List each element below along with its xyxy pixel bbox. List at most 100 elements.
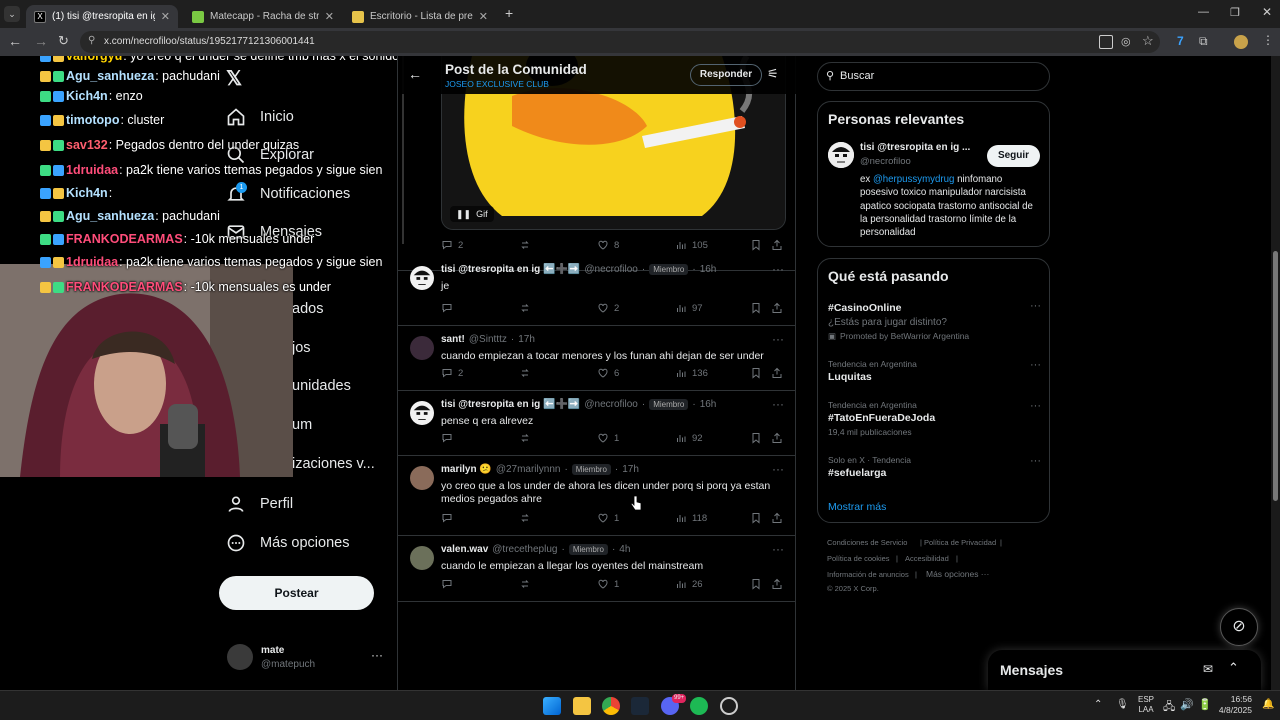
bookmark-action[interactable]: [750, 432, 762, 444]
messages-drawer[interactable]: Mensajes ✉ ⌃: [988, 650, 1261, 690]
reply-post[interactable]: tisi @tresropita en ig ⬅️➕➡️ @necrofiloo ·…: [398, 256, 796, 326]
obs-icon[interactable]: [720, 697, 738, 715]
windows-start-icon[interactable]: [543, 697, 561, 715]
language-indicator[interactable]: ESP LAA: [1138, 695, 1154, 715]
eye-off-icon[interactable]: ◎: [1121, 35, 1135, 49]
views-action[interactable]: 136: [675, 367, 708, 379]
views-action[interactable]: 97: [675, 302, 703, 314]
avatar[interactable]: [410, 401, 434, 425]
post-time[interactable]: 16h: [700, 264, 717, 275]
footer-link[interactable]: Información de anuncios: [827, 570, 909, 579]
share-action[interactable]: [771, 578, 783, 590]
more-icon[interactable]: ···: [772, 397, 784, 411]
grok-icon[interactable]: ⊘: [1220, 608, 1258, 646]
author-handle[interactable]: @necrofiloo: [584, 399, 638, 410]
trend-item[interactable]: Tendencia en Argentina Luquitas ···: [828, 359, 1043, 383]
follow-button[interactable]: Seguir: [987, 145, 1040, 167]
views-action[interactable]: 118: [675, 512, 707, 524]
back-arrow-icon[interactable]: ←: [8, 33, 22, 49]
relevant-name[interactable]: tisi @tresropita en ig ...: [860, 142, 980, 153]
avatar[interactable]: [828, 142, 854, 168]
more-icon[interactable]: ···: [1030, 359, 1041, 371]
reposts-action[interactable]: [519, 432, 536, 444]
replies-action[interactable]: [441, 432, 458, 444]
notifications-icon[interactable]: 🔔: [1262, 699, 1274, 710]
views-action[interactable]: 92: [675, 432, 703, 444]
reply-post[interactable]: valen.wav @trecetheplug · Miembro · 4h ··· cuan…: [398, 536, 796, 602]
footer-link[interactable]: Política de cookies: [827, 554, 890, 563]
file-explorer-icon[interactable]: [573, 697, 591, 715]
page-scrollbar[interactable]: [1271, 56, 1280, 690]
clock[interactable]: 16:56 4/8/2025: [1216, 694, 1252, 716]
likes-action[interactable]: 1: [597, 578, 619, 590]
likes-action[interactable]: 2: [597, 302, 619, 314]
more-icon[interactable]: ···: [772, 542, 784, 556]
trend-item[interactable]: Solo en X · Tendencia #sefuelarga ···: [828, 455, 1043, 479]
more-icon[interactable]: ···: [1030, 300, 1041, 312]
likes-action[interactable]: 1: [597, 432, 619, 444]
more-icon[interactable]: ···: [1030, 400, 1041, 412]
community-name[interactable]: JOSEO EXCLUSIVE CLUB: [445, 79, 549, 89]
tab-escritorio[interactable]: Escritorio - Lista de presentes ✕: [344, 5, 496, 28]
tray-chevron-icon[interactable]: ⌃: [1094, 699, 1102, 710]
url-bar[interactable]: ⚲ x.com/necrofiloo/status/19521771213060…: [80, 31, 1160, 53]
avatar[interactable]: [227, 644, 253, 670]
replies-action[interactable]: [441, 302, 458, 314]
share-action[interactable]: [771, 302, 783, 314]
author-handle[interactable]: @necrofiloo: [584, 264, 638, 275]
install-app-icon[interactable]: [1099, 35, 1113, 49]
bio-mention-link[interactable]: @herpussymydrug: [873, 174, 954, 185]
extensions-icon[interactable]: ⧉: [1199, 34, 1213, 48]
close-icon[interactable]: ✕: [325, 10, 334, 23]
share-action[interactable]: [771, 239, 783, 251]
reposts-action[interactable]: [519, 239, 536, 251]
back-arrow-icon[interactable]: ←: [408, 66, 422, 82]
author-name[interactable]: marilyn 😕: [441, 464, 492, 475]
restore-icon[interactable]: ❐: [1230, 6, 1240, 19]
post-button[interactable]: Postear: [219, 576, 374, 610]
reposts-action[interactable]: [519, 578, 536, 590]
author-handle[interactable]: @27marilynnn: [496, 464, 561, 475]
likes-action[interactable]: 6: [597, 367, 619, 379]
window-close-icon[interactable]: ✕: [1262, 5, 1272, 19]
replies-action[interactable]: [441, 512, 458, 524]
reply-post[interactable]: tisi @tresropita en ig ⬅️➕➡️ @necrofiloo ·…: [398, 391, 796, 456]
reposts-action[interactable]: [519, 302, 536, 314]
settings-sliders-icon[interactable]: ⚟: [767, 66, 779, 82]
expand-icon[interactable]: ⌃: [1228, 660, 1239, 676]
reload-icon[interactable]: ↻: [58, 33, 69, 49]
more-icon[interactable]: ···: [772, 462, 784, 476]
avatar[interactable]: [410, 266, 434, 290]
profile-avatar[interactable]: [1234, 35, 1248, 49]
new-message-icon[interactable]: ✉: [1203, 662, 1213, 676]
author-handle[interactable]: @Sintttz: [469, 334, 507, 345]
post-time[interactable]: 4h: [619, 544, 630, 555]
replies-action[interactable]: 2: [441, 367, 463, 379]
bookmark-action[interactable]: [750, 578, 762, 590]
sidebar-item-perfil[interactable]: Perfil: [226, 494, 293, 514]
sidebar-item-organizaciones[interactable]: izaciones v...: [292, 456, 375, 472]
likes-action[interactable]: 8: [597, 239, 619, 251]
volume-icon[interactable]: 🔊: [1180, 698, 1194, 711]
gif-badge[interactable]: ❚❚ Gif: [450, 206, 494, 222]
sidebar-item-comunidades[interactable]: unidades: [292, 378, 351, 394]
chrome-icon[interactable]: [602, 697, 620, 715]
reply-button[interactable]: Responder: [690, 64, 762, 86]
author-name[interactable]: sant!: [441, 334, 465, 345]
tab-x-post[interactable]: X (1) tisi @tresropita en ig ▬▬▬ ✕: [26, 5, 178, 28]
views-action[interactable]: 26: [675, 578, 703, 590]
post-time[interactable]: 17h: [518, 334, 535, 345]
scrollbar-thumb[interactable]: [1273, 251, 1278, 501]
author-name[interactable]: valen.wav: [441, 544, 488, 555]
views-action[interactable]: 105: [675, 239, 708, 251]
sidebar-item-trabajos[interactable]: jos: [292, 340, 311, 356]
bookmark-action[interactable]: [750, 302, 762, 314]
network-icon[interactable]: 🖧: [1163, 698, 1175, 717]
footer-link[interactable]: Política de Privacidad: [924, 538, 996, 547]
footer-link[interactable]: Accesibilidad: [905, 554, 949, 563]
sidebar-item-premium[interactable]: um: [292, 417, 312, 433]
more-icon[interactable]: ···: [772, 332, 784, 346]
new-tab-button[interactable]: +: [505, 5, 513, 21]
extension-7tv-icon[interactable]: 7: [1177, 34, 1191, 48]
reposts-action[interactable]: [519, 512, 536, 524]
